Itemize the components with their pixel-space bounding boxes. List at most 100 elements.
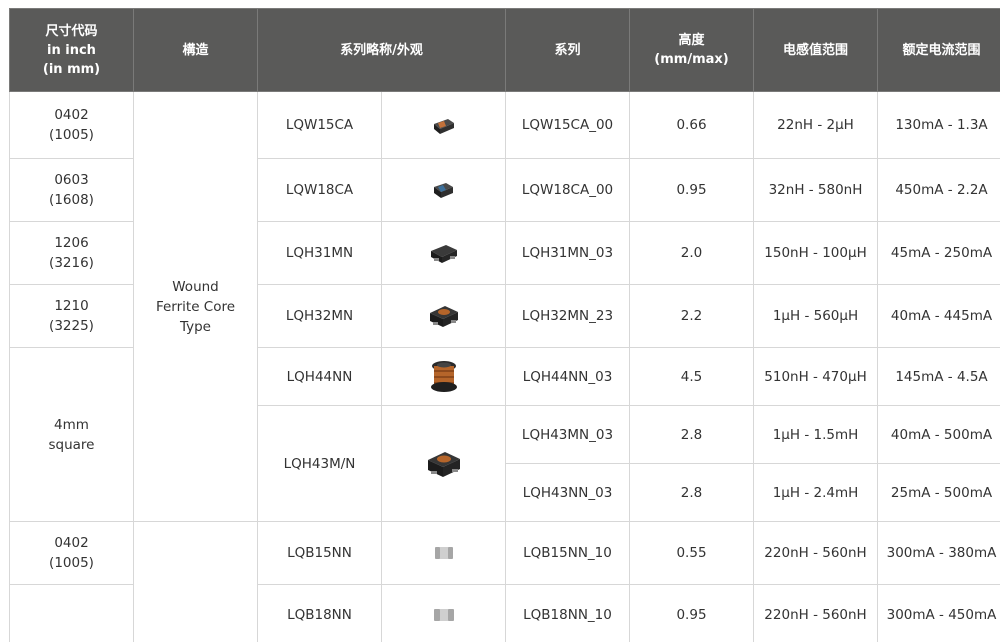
- short-name-cell: LQB18NN: [257, 584, 382, 642]
- inductance-cell: 510nH - 470µH: [753, 347, 878, 406]
- size-code-line: 1206: [54, 235, 89, 251]
- size-code-cell-empty: [9, 584, 134, 642]
- height-cell: 0.95: [629, 584, 754, 642]
- size-code-line: 1210: [54, 298, 89, 314]
- wound-smd-inductor-icon: [429, 306, 458, 327]
- size-code-line: 4mm: [54, 416, 89, 433]
- structure-cell: Wound Ferrite Core Type: [133, 91, 258, 522]
- height-cell: 2.0: [629, 221, 754, 285]
- size-code-line: square: [48, 436, 95, 453]
- current-cell: 130mA - 1.3A: [877, 91, 1000, 159]
- size-code-cell: 4mm square: [9, 347, 134, 522]
- size-code-line: (1608): [49, 192, 94, 208]
- table-row: 0402 (1005) LQB15NN LQB15NN_10 0.55 220n…: [9, 521, 1000, 642]
- header-series: 系列: [505, 8, 630, 92]
- series-cell: LQB15NN_10: [505, 521, 630, 585]
- size-code-line: 0402: [54, 535, 89, 551]
- wound-chip-small-icon: [433, 119, 454, 134]
- inductance-cell: 150nH - 100µH: [753, 221, 878, 285]
- inductance-cell: 220nH - 560nH: [753, 584, 878, 642]
- series-cell: LQH43MN_03: [505, 405, 630, 464]
- current-cell: 40mA - 445mA: [877, 284, 1000, 348]
- size-code-line: (3216): [49, 255, 94, 271]
- current-cell: 45mA - 250mA: [877, 221, 1000, 285]
- series-cell: LQB18NN_10: [505, 584, 630, 642]
- height-cell: 2.8: [629, 463, 754, 522]
- header-height-line: (mm/max): [654, 52, 729, 67]
- current-cell: 450mA - 2.2A: [877, 158, 1000, 222]
- size-code-line: (3225): [49, 318, 94, 334]
- inductance-cell: 1µH - 560µH: [753, 284, 878, 348]
- current-cell: 145mA - 4.5A: [877, 347, 1000, 406]
- header-rated-current-range: 额定电流范围: [877, 8, 1000, 92]
- series-cell: LQW15CA_00: [505, 91, 630, 159]
- size-code-line: (1005): [49, 127, 94, 143]
- series-cell: LQW18CA_00: [505, 158, 630, 222]
- size-code-line: (1005): [49, 555, 94, 571]
- component-image-cell: [381, 405, 506, 522]
- header-inductance-range: 电感值范围: [753, 8, 878, 92]
- header-structure: 構造: [133, 8, 258, 92]
- header-series-short-name: 系列略称/外观: [257, 8, 506, 92]
- structure-cell-empty: [133, 521, 258, 642]
- size-code-cell: 1210 (3225): [9, 284, 134, 348]
- size-code-line: 0402: [54, 107, 89, 123]
- multilayer-chip-icon: [434, 547, 453, 559]
- size-code-cell: 1206 (3216): [9, 221, 134, 285]
- short-name-cell: LQH31MN: [257, 221, 382, 285]
- series-cell: LQH32MN_23: [505, 284, 630, 348]
- height-cell: 2.8: [629, 405, 754, 464]
- height-cell: 2.2: [629, 284, 754, 348]
- short-name-cell: LQH44NN: [257, 347, 382, 406]
- inductance-cell: 22nH - 2µH: [753, 91, 878, 159]
- wound-smd-inductor-icon: [430, 245, 457, 263]
- series-cell: LQH31MN_03: [505, 221, 630, 285]
- component-image-cell: [381, 221, 506, 285]
- current-cell: 300mA - 450mA: [877, 584, 1000, 642]
- size-code-cell: 0402 (1005): [9, 521, 134, 585]
- component-image-cell: [381, 584, 506, 642]
- drum-core-inductor-icon: [430, 360, 457, 392]
- product-table-region: 尺寸代码 in inch (in mm) 構造 系列略称/外观 系列 高度 (m…: [0, 0, 1000, 642]
- header-size-code-line: 尺寸代码: [45, 23, 98, 39]
- component-image-cell: [381, 521, 506, 585]
- structure-line: Ferrite Core: [155, 298, 236, 315]
- header-row: 尺寸代码 in inch (in mm) 構造 系列略称/外观 系列 高度 (m…: [9, 8, 1000, 92]
- current-cell: 40mA - 500mA: [877, 405, 1000, 464]
- short-name-cell: LQH32MN: [257, 284, 382, 348]
- short-name-cell: LQW18CA: [257, 158, 382, 222]
- size-code-line: 0603: [54, 172, 89, 188]
- short-name-cell: LQH43M/N: [257, 405, 382, 522]
- size-code-cell: 0603 (1608): [9, 158, 134, 222]
- current-cell: 300mA - 380mA: [877, 521, 1000, 585]
- inductance-cell: 1µH - 2.4mH: [753, 463, 878, 522]
- height-cell: 0.55: [629, 521, 754, 585]
- header-height: 高度 (mm/max): [629, 8, 754, 92]
- wound-smd-inductor-icon: [427, 451, 460, 477]
- header-size-code-line: in inch: [47, 42, 96, 58]
- inductance-cell: 220nH - 560nH: [753, 521, 878, 585]
- component-image-cell: [381, 284, 506, 348]
- series-cell: LQH44NN_03: [505, 347, 630, 406]
- current-cell: 25mA - 500mA: [877, 463, 1000, 522]
- component-image-cell: [381, 91, 506, 159]
- inductance-cell: 32nH - 580nH: [753, 158, 878, 222]
- multilayer-chip-icon: [433, 608, 454, 621]
- component-image-cell: [381, 347, 506, 406]
- header-size-code-line: (in mm): [42, 61, 101, 77]
- height-cell: 4.5: [629, 347, 754, 406]
- wound-chip-small-icon: [433, 183, 453, 198]
- height-cell: 0.95: [629, 158, 754, 222]
- height-cell: 0.66: [629, 91, 754, 159]
- inductance-cell: 1µH - 1.5mH: [753, 405, 878, 464]
- header-size-code: 尺寸代码 in inch (in mm): [9, 8, 134, 92]
- structure-line: Type: [179, 318, 211, 335]
- component-image-cell: [381, 158, 506, 222]
- short-name-cell: LQB15NN: [257, 521, 382, 585]
- inductor-spec-table: 尺寸代码 in inch (in mm) 構造 系列略称/外观 系列 高度 (m…: [9, 8, 1000, 642]
- short-name-cell: LQW15CA: [257, 91, 382, 159]
- header-height-line: 高度: [678, 33, 705, 48]
- structure-line: Wound: [172, 278, 219, 295]
- size-code-cell: 0402 (1005): [9, 91, 134, 159]
- table-row: 0402 (1005) Wound Ferrite Core Type LQW1…: [9, 91, 1000, 522]
